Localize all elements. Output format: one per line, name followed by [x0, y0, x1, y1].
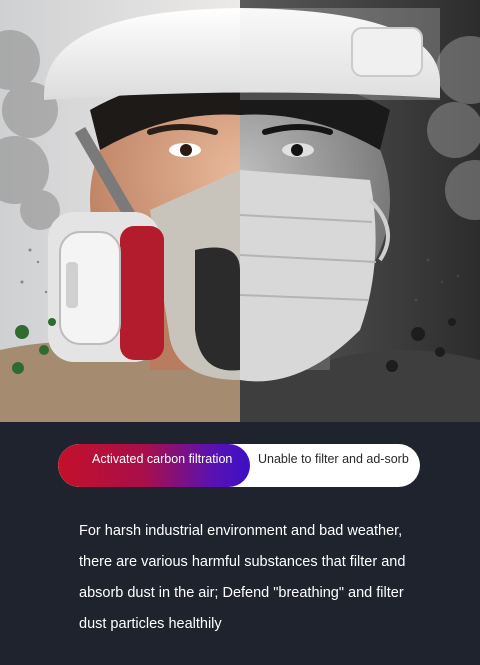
activated-carbon-label: Activated carbon filtration: [58, 444, 250, 487]
hero-comparison-image: [0, 0, 480, 422]
unable-to-filter-label: Unable to filter and ad-sorb: [258, 452, 409, 466]
description-text: For harsh industrial environment and bad…: [79, 523, 406, 632]
comparison-pill: Activated carbon filtration Unable to fi…: [58, 444, 420, 487]
